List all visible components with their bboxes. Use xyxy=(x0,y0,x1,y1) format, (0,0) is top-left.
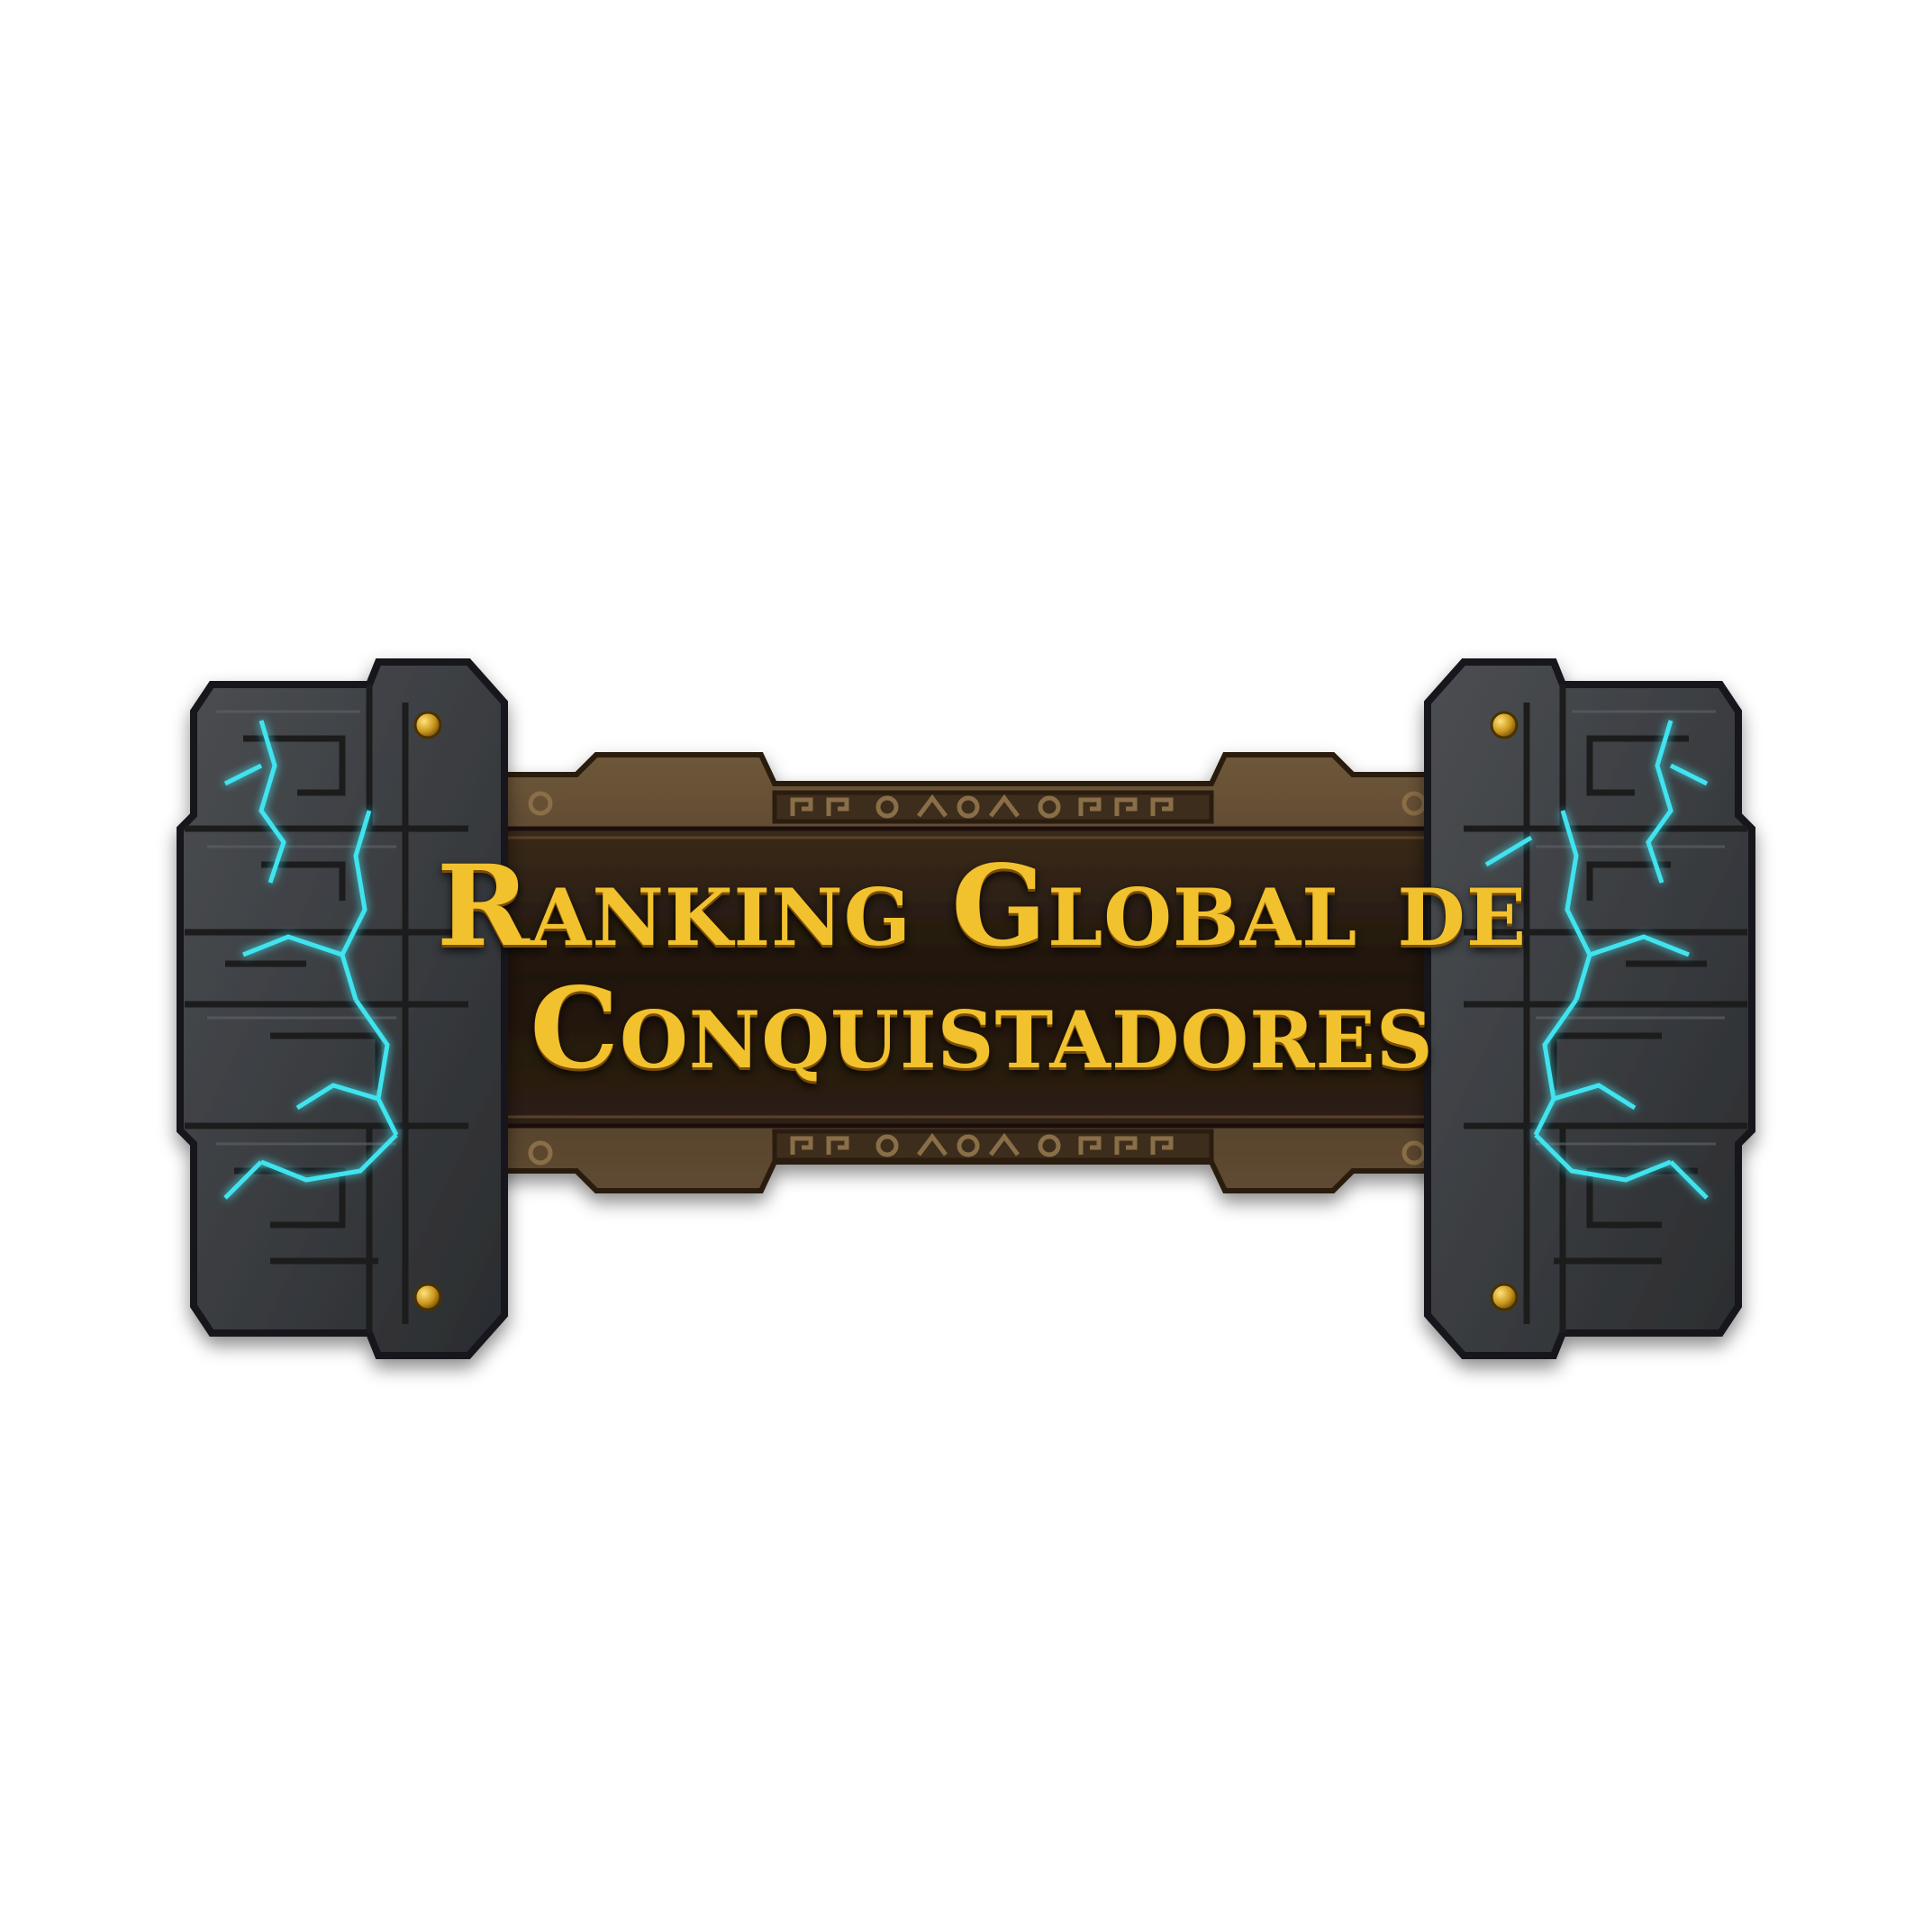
title-line-2: Conquistadores xyxy=(530,964,1434,1094)
gold-rivet-icon xyxy=(413,1283,442,1311)
banner-title: Ranking Global de Conquistadores xyxy=(437,829,1526,1108)
stone-pillar-icon xyxy=(1424,658,1755,1359)
gold-rivet-icon xyxy=(413,711,442,739)
ranking-banner: Ranking Global de Conquistadores xyxy=(0,0,1932,1932)
title-line-1: Ranking Global de xyxy=(436,841,1528,972)
gold-rivet-icon xyxy=(1490,1283,1519,1311)
gold-rivet-icon xyxy=(1490,711,1519,739)
stone-pillar-icon xyxy=(177,658,508,1359)
